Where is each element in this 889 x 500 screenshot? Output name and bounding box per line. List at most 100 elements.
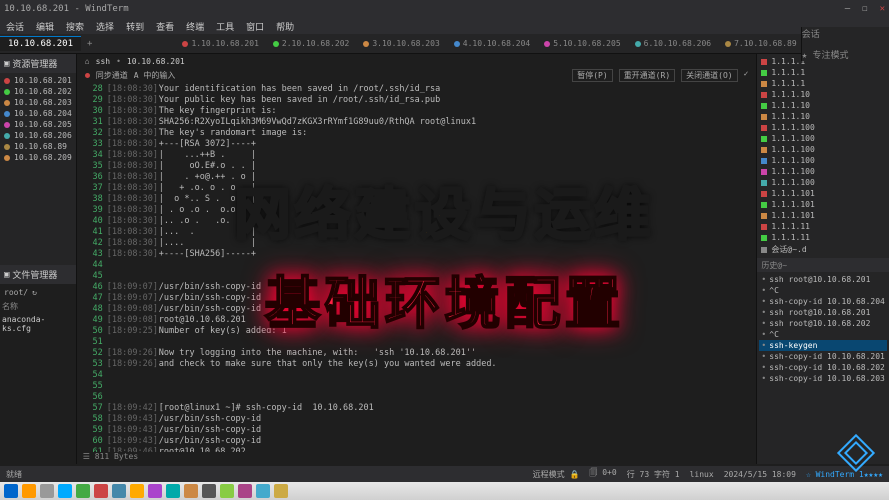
menu-item[interactable]: 窗口 <box>246 20 264 33</box>
address-item[interactable]: 1.1.1.101 <box>759 210 887 221</box>
menu-item[interactable]: 选择 <box>96 20 114 33</box>
taskbar-app-icon[interactable] <box>112 484 126 498</box>
menu-item[interactable]: 终端 <box>186 20 204 33</box>
address-item[interactable]: 1.1.1.100 <box>759 166 887 177</box>
host-item[interactable]: 10.10.68.201 <box>2 75 74 86</box>
close-button[interactable]: ✕ <box>880 4 885 14</box>
history-item[interactable]: •ssh-copy-id 10.10.68.202 <box>759 362 887 373</box>
taskbar[interactable] <box>0 482 889 500</box>
session-ip-item[interactable]: 4.10.10.68.204 <box>450 38 534 49</box>
address-item[interactable]: 1.1.1.101 <box>759 199 887 210</box>
menu-item[interactable]: 查看 <box>156 20 174 33</box>
address-item[interactable]: 1.1.1.101 <box>759 188 887 199</box>
taskbar-app-icon[interactable] <box>238 484 252 498</box>
focus-mode-toggle[interactable]: ★ 专注模式 <box>802 48 883 61</box>
history-item[interactable]: •ssh root@10.10.68.201 <box>759 307 887 318</box>
address-item[interactable]: 1.1.1.11 <box>759 221 887 232</box>
host-item[interactable]: 10.10.68.204 <box>2 108 74 119</box>
session-ip-item[interactable]: 2.10.10.68.202 <box>269 38 353 49</box>
host-item[interactable]: 10.10.68.203 <box>2 97 74 108</box>
taskbar-app-icon[interactable] <box>166 484 180 498</box>
taskbar-app-icon[interactable] <box>148 484 162 498</box>
address-item[interactable]: 1.1.1.10 <box>759 111 887 122</box>
taskbar-app-icon[interactable] <box>40 484 54 498</box>
host-item[interactable]: 10.10.68.89 <box>2 141 74 152</box>
host-item[interactable]: 10.10.68.209 <box>2 152 74 163</box>
address-item[interactable]: 1.1.1.10 <box>759 100 887 111</box>
address-item[interactable]: 1.1.1.1 <box>759 67 887 78</box>
close-channel-button[interactable]: 关闭通道(O) <box>681 69 737 82</box>
menu-item[interactable]: 编辑 <box>36 20 54 33</box>
history-item[interactable]: •ssh-copy-id 10.10.68.201 <box>759 351 887 362</box>
new-tab-button[interactable]: + <box>81 39 98 49</box>
history-item[interactable]: •^C <box>759 285 887 296</box>
session-ip-item[interactable]: 7.10.10.68.89 <box>721 38 801 49</box>
taskbar-app-icon[interactable] <box>220 484 234 498</box>
file-manager-path[interactable]: root/ ↻ <box>2 286 74 299</box>
session-ip-item[interactable]: 1.10.10.68.201 <box>178 38 262 49</box>
refresh-icon[interactable]: ↻ <box>32 288 37 297</box>
file-item[interactable]: anaconda-ks.cfg <box>2 314 74 334</box>
menu-item[interactable]: 帮助 <box>276 20 294 33</box>
address-item[interactable]: 1.1.1.100 <box>759 144 887 155</box>
taskbar-app-icon[interactable] <box>202 484 216 498</box>
history-item[interactable]: •ssh-copy-id 10.10.68.203 <box>759 373 887 384</box>
taskbar-app-icon[interactable] <box>4 484 18 498</box>
terminal-output[interactable]: 28[18:08:30]Your identification has been… <box>77 82 757 452</box>
address-item[interactable]: 1.1.1.100 <box>759 155 887 166</box>
address-item[interactable]: 1.1.1.10 <box>759 89 887 100</box>
crumb-protocol[interactable]: ssh <box>96 57 110 66</box>
taskbar-app-icon[interactable] <box>58 484 72 498</box>
taskbar-app-icon[interactable] <box>184 484 198 498</box>
home-icon[interactable]: ⌂ <box>85 57 90 66</box>
crumb-host[interactable]: 10.10.68.201 <box>127 57 185 66</box>
taskbar-app-icon[interactable] <box>274 484 288 498</box>
taskbar-app-icon[interactable] <box>94 484 108 498</box>
explorer-panel-header[interactable]: ▣ 资源管理器 <box>0 54 76 73</box>
menu-item[interactable]: 转到 <box>126 20 144 33</box>
minimize-button[interactable]: — <box>845 4 850 14</box>
channel-dropdown[interactable]: ✓ <box>744 69 749 82</box>
taskbar-app-icon[interactable] <box>76 484 90 498</box>
host-item[interactable]: 10.10.68.202 <box>2 86 74 97</box>
taskbar-app-icon[interactable] <box>22 484 36 498</box>
line-number: 34 <box>81 150 107 161</box>
session-ip-item[interactable]: 3.10.10.68.203 <box>359 38 443 49</box>
timestamp: [18:09:43] <box>107 425 159 436</box>
line-number: 53 <box>81 359 107 370</box>
menu-item[interactable]: 工具 <box>216 20 234 33</box>
menu-item[interactable]: 会话 <box>6 20 24 33</box>
pause-button[interactable]: 暂停(P) <box>572 69 612 82</box>
taskbar-app-icon[interactable] <box>130 484 144 498</box>
address-item[interactable]: 会话@~.d <box>759 243 887 256</box>
address-item[interactable]: 1.1.1.11 <box>759 232 887 243</box>
terminal-line: 28[18:08:30]Your identification has been… <box>81 84 753 95</box>
history-panel-header[interactable]: 历史@~ <box>757 258 889 272</box>
host-item[interactable]: 10.10.68.205 <box>2 119 74 130</box>
history-item[interactable]: •ssh root@10.10.68.202 <box>759 318 887 329</box>
history-item[interactable]: •^C <box>759 329 887 340</box>
terminal-line: 51 <box>81 337 753 348</box>
active-session-tab[interactable]: 10.10.68.201 <box>0 36 81 51</box>
status-brand[interactable]: ☆ WindTerm 1★★★★ <box>806 470 883 479</box>
address-item[interactable]: 1.1.1.100 <box>759 122 887 133</box>
session-ip-item[interactable]: 6.10.10.68.206 <box>631 38 715 49</box>
session-ip-item[interactable]: 5.10.10.68.205 <box>540 38 624 49</box>
terminal-line: 57[18:09:42][root@linux1 ~]# ssh-copy-id… <box>81 403 753 414</box>
line-text: /usr/bin/ssh-copy-id <box>159 304 753 315</box>
bullet-icon: • <box>761 275 766 284</box>
taskbar-app-icon[interactable] <box>256 484 270 498</box>
history-item[interactable]: •ssh-keygen <box>759 340 887 351</box>
address-item[interactable]: 1.1.1.1 <box>759 78 887 89</box>
right-top-label[interactable]: 会话 <box>802 27 883 40</box>
address-item[interactable]: 1.1.1.100 <box>759 177 887 188</box>
menu-item[interactable]: 搜索 <box>66 20 84 33</box>
status-mode[interactable]: 远程模式 🔒 <box>533 469 580 480</box>
address-item[interactable]: 1.1.1.100 <box>759 133 887 144</box>
file-manager-header[interactable]: ▣ 文件管理器 <box>0 265 76 284</box>
host-item[interactable]: 10.10.68.206 <box>2 130 74 141</box>
history-item[interactable]: •ssh root@10.10.68.201 <box>759 274 887 285</box>
maximize-button[interactable]: ☐ <box>862 4 867 14</box>
history-item[interactable]: •ssh-copy-id 10.10.68.204 <box>759 296 887 307</box>
reopen-channel-button[interactable]: 重开通道(R) <box>619 69 675 82</box>
